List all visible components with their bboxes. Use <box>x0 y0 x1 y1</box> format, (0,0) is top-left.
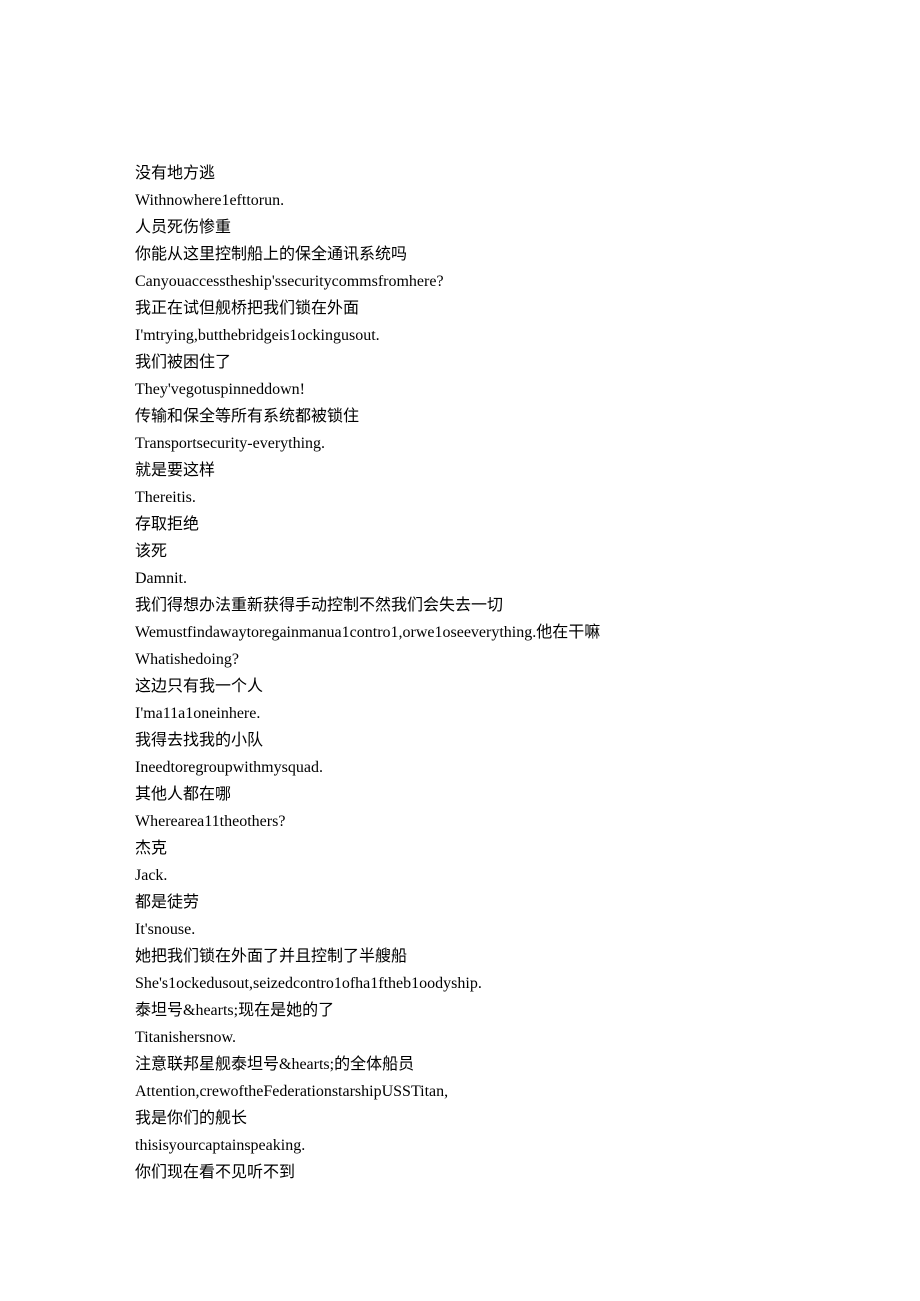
text-line: 人员死伤惨重 <box>135 214 785 241</box>
text-line: Titanishersnow. <box>135 1024 785 1051</box>
text-line: 存取拒绝 <box>135 511 785 538</box>
text-line: 我正在试但舰桥把我们锁在外面 <box>135 295 785 322</box>
text-line: 杰克 <box>135 835 785 862</box>
text-line: 就是要这样 <box>135 457 785 484</box>
text-line: 泰坦号&hearts;现在是她的了 <box>135 997 785 1024</box>
text-line: 我是你们的舰长 <box>135 1105 785 1132</box>
text-line: Wemustfindawaytoregainmanua1contro1,orwe… <box>135 619 785 646</box>
text-line: 传输和保全等所有系统都被锁住 <box>135 403 785 430</box>
text-line: Whatishedoing? <box>135 646 785 673</box>
text-line: thisisyourcaptainspeaking. <box>135 1132 785 1159</box>
text-line: 我们得想办法重新获得手动控制不然我们会失去一切 <box>135 592 785 619</box>
text-line: 你能从这里控制船上的保全通讯系统吗 <box>135 241 785 268</box>
text-line: 我们被困住了 <box>135 349 785 376</box>
text-line: 你们现在看不见听不到 <box>135 1159 785 1186</box>
text-line: Attention,crewoftheFederationstarshipUSS… <box>135 1078 785 1105</box>
text-line: 没有地方逃 <box>135 160 785 187</box>
text-line: I'mtrying,butthebridgeis1ockingusout. <box>135 322 785 349</box>
text-line: She's1ockedusout,seizedcontro1ofha1ftheb… <box>135 970 785 997</box>
text-line: Thereitis. <box>135 484 785 511</box>
text-line: 都是徒劳 <box>135 889 785 916</box>
text-line: Wherearea11theothers? <box>135 808 785 835</box>
text-line: They'vegotuspinneddown! <box>135 376 785 403</box>
text-line: It'snouse. <box>135 916 785 943</box>
text-line: 其他人都在哪 <box>135 781 785 808</box>
text-line: Damnit. <box>135 565 785 592</box>
text-line: Jack. <box>135 862 785 889</box>
text-line: Withnowhere1efttorun. <box>135 187 785 214</box>
text-line: 她把我们锁在外面了并且控制了半艘船 <box>135 943 785 970</box>
text-line: 我得去找我的小队 <box>135 727 785 754</box>
text-line: I'ma11a1oneinhere. <box>135 700 785 727</box>
text-line: Canyouaccesstheship'ssecuritycommsfromhe… <box>135 268 785 295</box>
document-page: 没有地方逃 Withnowhere1efttorun. 人员死伤惨重 你能从这里… <box>0 0 920 1186</box>
text-line: 该死 <box>135 538 785 565</box>
text-line: 注意联邦星舰泰坦号&hearts;的全体船员 <box>135 1051 785 1078</box>
text-line: Ineedtoregroupwithmysquad. <box>135 754 785 781</box>
text-line: Transportsecurity-everything. <box>135 430 785 457</box>
text-line: 这边只有我一个人 <box>135 673 785 700</box>
